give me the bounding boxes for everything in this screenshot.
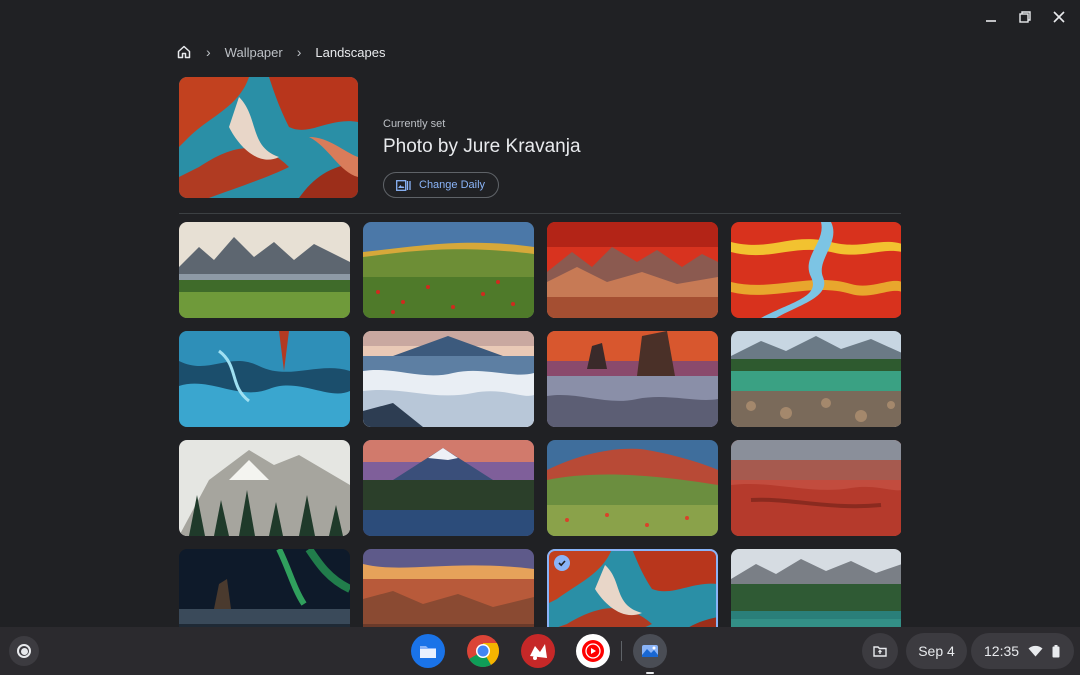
wallpaper-tile-selected[interactable] [547,549,718,627]
change-daily-button[interactable]: Change Daily [383,172,500,198]
wallpaper-tile[interactable] [179,549,350,627]
wallpaper-tile[interactable] [731,440,901,536]
wallpaper-tile[interactable] [179,222,350,318]
close-icon [1053,11,1065,23]
youtube-music-icon[interactable] [576,634,610,668]
breadcrumb: › Wallpaper › Landscapes [176,44,386,60]
shelf-separator [621,641,622,661]
chevron-right-icon: › [206,44,211,60]
restore-button[interactable] [1016,8,1034,26]
wallpaper-tile[interactable] [179,331,350,427]
close-button[interactable] [1050,8,1068,26]
change-daily-label: Change Daily [419,179,486,191]
wallpaper-tile[interactable] [547,331,718,427]
home-icon[interactable] [176,44,192,60]
breadcrumb-landscapes: Landscapes [315,44,386,60]
wallpaper-tile[interactable] [363,549,534,627]
shelf-apps [411,634,667,674]
launcher-button[interactable] [9,636,39,666]
clock: 12:35 [984,643,1020,659]
app-icon[interactable] [521,634,555,668]
current-wallpaper-title: Photo by Jure Kravanja [383,136,581,157]
wifi-icon [1028,645,1043,657]
battery-icon [1052,644,1060,657]
wallpaper-tile[interactable] [363,440,534,536]
chevron-right-icon: › [296,44,302,60]
date-tray[interactable]: Sep 4 [906,633,967,669]
currently-set-label: Currently set [383,118,446,130]
wallpaper-tile[interactable] [547,222,718,318]
wallpaper-tile[interactable] [547,440,718,536]
wallpaper-tile[interactable] [363,331,534,427]
selected-check-icon [554,555,570,571]
wallpaper-tile[interactable] [731,222,901,318]
status-tray[interactable]: 12:35 [971,633,1074,669]
holding-space-button[interactable] [862,633,898,669]
wallpaper-tile[interactable] [731,331,901,427]
wallpaper-app-icon[interactable] [633,634,667,674]
breadcrumb-wallpaper[interactable]: Wallpaper [225,45,283,60]
current-wallpaper-info: Currently set Photo by Jure Kravanja Cha… [383,118,581,198]
wallpaper-tile[interactable] [731,549,901,627]
launcher-icon [17,644,31,658]
minimize-button[interactable] [982,8,1000,26]
divider [179,213,901,214]
wallpaper-grid [179,222,901,627]
wallpaper-tile[interactable] [363,222,534,318]
holding-space-icon [873,646,887,657]
window-controls [982,8,1068,26]
slideshow-icon [396,179,411,191]
chrome-icon[interactable] [466,634,500,668]
current-wallpaper-preview [179,77,358,198]
wallpaper-tile[interactable] [179,440,350,536]
restore-icon [1019,11,1031,23]
minimize-icon [986,20,996,22]
files-icon[interactable] [411,634,445,668]
